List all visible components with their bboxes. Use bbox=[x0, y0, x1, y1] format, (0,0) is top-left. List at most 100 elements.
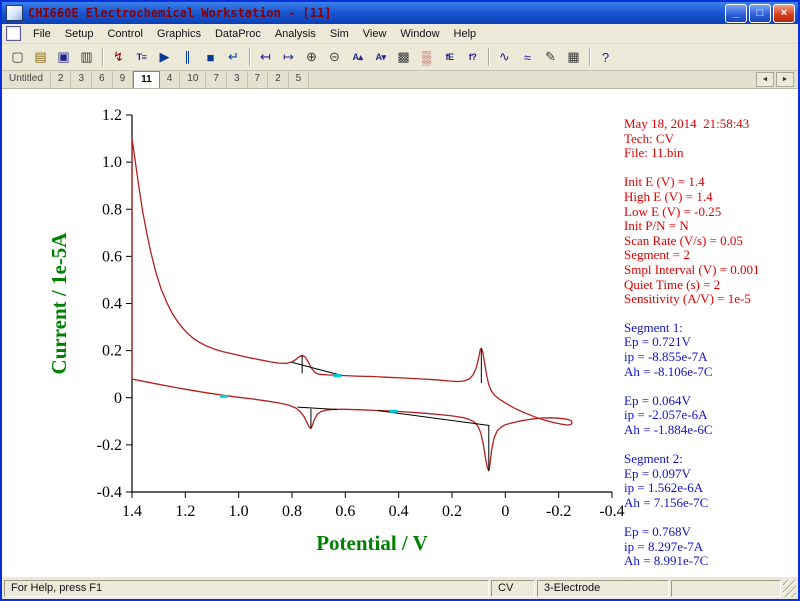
formula-fq-icon[interactable]: f? bbox=[461, 46, 484, 68]
info-line: Segment = 2 bbox=[624, 247, 690, 263]
peak-results: Segment 1: Ep = 0.721V ip = -8.855e-7A Ah =… bbox=[624, 320, 798, 569]
menu-graphics[interactable]: Graphics bbox=[150, 26, 208, 42]
plot-workspace: 1.4 1.2 1.0 0.8 0.6 0.4 0.2 0 -0.2 -0.4 -0.4 -0.2 0 0… bbox=[2, 89, 798, 576]
tab-9[interactable]: 9 bbox=[113, 71, 134, 88]
derivative-icon[interactable]: ≈ bbox=[516, 46, 539, 68]
info-line: File: 11.bin bbox=[624, 145, 684, 161]
overlay-plots-icon[interactable]: ▦ bbox=[562, 46, 585, 68]
info-line: Ah = -8.106e-7C bbox=[624, 363, 713, 379]
info-line: Low E (V) = -0.25 bbox=[624, 203, 722, 219]
formula-fe-icon[interactable]: fE bbox=[438, 46, 461, 68]
experiment-params: May 18, 2014 21:58:43 Tech: CV File: 11.bi… bbox=[624, 116, 798, 307]
previous-data-icon[interactable]: ↤ bbox=[254, 46, 277, 68]
tab-untitled[interactable]: Untitled bbox=[2, 71, 51, 88]
status-help-text: For Help, press F1 bbox=[4, 579, 489, 597]
maximize-button[interactable]: □ bbox=[749, 3, 771, 23]
menu-dataproc[interactable]: DataProc bbox=[208, 26, 268, 42]
next-data-icon[interactable]: ↦ bbox=[277, 46, 300, 68]
tab-scroll-right-button[interactable]: ► bbox=[776, 72, 794, 87]
zoom-in-icon[interactable]: ⊕ bbox=[300, 46, 323, 68]
tab-7[interactable]: 7 bbox=[248, 71, 269, 88]
graph-options-icon[interactable]: ▒ bbox=[415, 46, 438, 68]
tab-10[interactable]: 10 bbox=[180, 71, 207, 88]
tab-scroll-arrows: ◄ ► bbox=[754, 71, 798, 88]
info-line: Smpl Interval (V) = 0.001 bbox=[624, 261, 760, 277]
resize-grip[interactable] bbox=[783, 579, 796, 597]
info-line bbox=[624, 510, 798, 525]
info-line: ip = -2.057e-6A bbox=[624, 407, 708, 423]
menu-help[interactable]: Help bbox=[447, 26, 484, 42]
menu-window[interactable]: Window bbox=[393, 26, 446, 42]
manual-scale-icon[interactable]: ⊝ bbox=[323, 46, 346, 68]
x-tick-label: -0.4 bbox=[599, 503, 624, 520]
close-button[interactable]: × bbox=[773, 3, 795, 23]
tab-6[interactable]: 6 bbox=[92, 71, 113, 88]
tab-3[interactable]: 3 bbox=[227, 71, 248, 88]
peak-anodic-icon[interactable]: A▴ bbox=[346, 46, 369, 68]
run-icon[interactable]: ▶ bbox=[153, 46, 176, 68]
menu-control[interactable]: Control bbox=[100, 26, 149, 42]
y-tick-label: 0.4 bbox=[102, 296, 122, 313]
tab-5[interactable]: 5 bbox=[289, 71, 310, 88]
x-tick-label: -0.2 bbox=[546, 503, 571, 520]
child-window-icon[interactable] bbox=[6, 26, 21, 41]
info-line: Tech: CV bbox=[624, 130, 674, 146]
parameters-icon[interactable]: T≡ bbox=[130, 46, 153, 68]
smooth-icon[interactable]: ∿ bbox=[493, 46, 516, 68]
pause-icon[interactable]: ∥ bbox=[176, 46, 199, 68]
menu-sim[interactable]: Sim bbox=[323, 26, 356, 42]
menu-file[interactable]: File bbox=[26, 26, 58, 42]
x-tick-label: 0.4 bbox=[389, 503, 409, 520]
info-line: Ah = 7.156e-7C bbox=[624, 494, 709, 510]
peak-marker-line bbox=[377, 409, 490, 427]
print-icon[interactable]: ▥ bbox=[75, 46, 98, 68]
window-title: CHI660E Electrochemical Workstation - [1… bbox=[28, 6, 332, 20]
title-bar[interactable]: CHI660E Electrochemical Workstation - [1… bbox=[2, 2, 798, 24]
toolbar-separator bbox=[249, 48, 250, 66]
menu-view[interactable]: View bbox=[356, 26, 394, 42]
info-line: Ah = -1.884e-6C bbox=[624, 421, 713, 437]
save-icon[interactable]: ▣ bbox=[52, 46, 75, 68]
info-line bbox=[624, 437, 798, 452]
tab-7[interactable]: 7 bbox=[206, 71, 227, 88]
x-tick-label: 0.6 bbox=[335, 503, 355, 520]
info-line: Init E (V) = 1.4 bbox=[624, 174, 705, 190]
status-bar: For Help, press F1 CV 3-Electrode bbox=[2, 576, 798, 599]
x-tick-label: 1.0 bbox=[229, 503, 249, 520]
tab-4[interactable]: 4 bbox=[160, 71, 181, 88]
technique-icon[interactable]: ↯ bbox=[107, 46, 130, 68]
app-window: CHI660E Electrochemical Workstation - [1… bbox=[0, 0, 800, 601]
cv-curve bbox=[131, 138, 573, 472]
data-listing-icon[interactable]: ▩ bbox=[392, 46, 415, 68]
tabs: Untitled 2 3 6 9 11 4 10 7 3 7 2 5 bbox=[2, 71, 310, 88]
peak-cathodic-icon[interactable]: A▾ bbox=[369, 46, 392, 68]
x-tick-label: 1.2 bbox=[175, 503, 195, 520]
open-file-icon[interactable]: ▤ bbox=[29, 46, 52, 68]
menu-setup[interactable]: Setup bbox=[58, 26, 101, 42]
tab-2[interactable]: 2 bbox=[268, 71, 289, 88]
context-help-icon[interactable]: ? bbox=[594, 46, 617, 68]
info-line: ip = 1.562e-6A bbox=[624, 480, 704, 496]
tab-scroll-left-button[interactable]: ◄ bbox=[756, 72, 774, 87]
tab-2[interactable]: 2 bbox=[51, 71, 72, 88]
stop-icon[interactable]: ■ bbox=[199, 46, 222, 68]
toolbar-separator bbox=[488, 48, 489, 66]
x-tick-label: 0.8 bbox=[282, 503, 302, 520]
minimize-button[interactable]: _ bbox=[725, 3, 747, 23]
y-tick-label: 1.0 bbox=[102, 154, 122, 171]
toolbar-separator bbox=[589, 48, 590, 66]
tab-3[interactable]: 3 bbox=[71, 71, 93, 88]
axes bbox=[131, 115, 612, 493]
annotate-icon[interactable]: ✎ bbox=[539, 46, 562, 68]
info-line: Ep = 0.064V bbox=[624, 392, 691, 408]
new-file-icon[interactable]: ▢ bbox=[6, 46, 29, 68]
tab-11[interactable]: 11 bbox=[133, 71, 160, 88]
info-line: Init P/N = N bbox=[624, 218, 689, 234]
menu-analysis[interactable]: Analysis bbox=[268, 26, 323, 42]
peak-marker-line bbox=[297, 406, 338, 411]
info-line: High E (V) = 1.4 bbox=[624, 188, 713, 204]
info-line: Sensitivity (A/V) = 1e-5 bbox=[624, 291, 751, 307]
reverse-scan-icon[interactable]: ↵ bbox=[222, 46, 245, 68]
info-line bbox=[624, 379, 798, 394]
info-line: Scan Rate (V/s) = 0.05 bbox=[624, 232, 743, 248]
